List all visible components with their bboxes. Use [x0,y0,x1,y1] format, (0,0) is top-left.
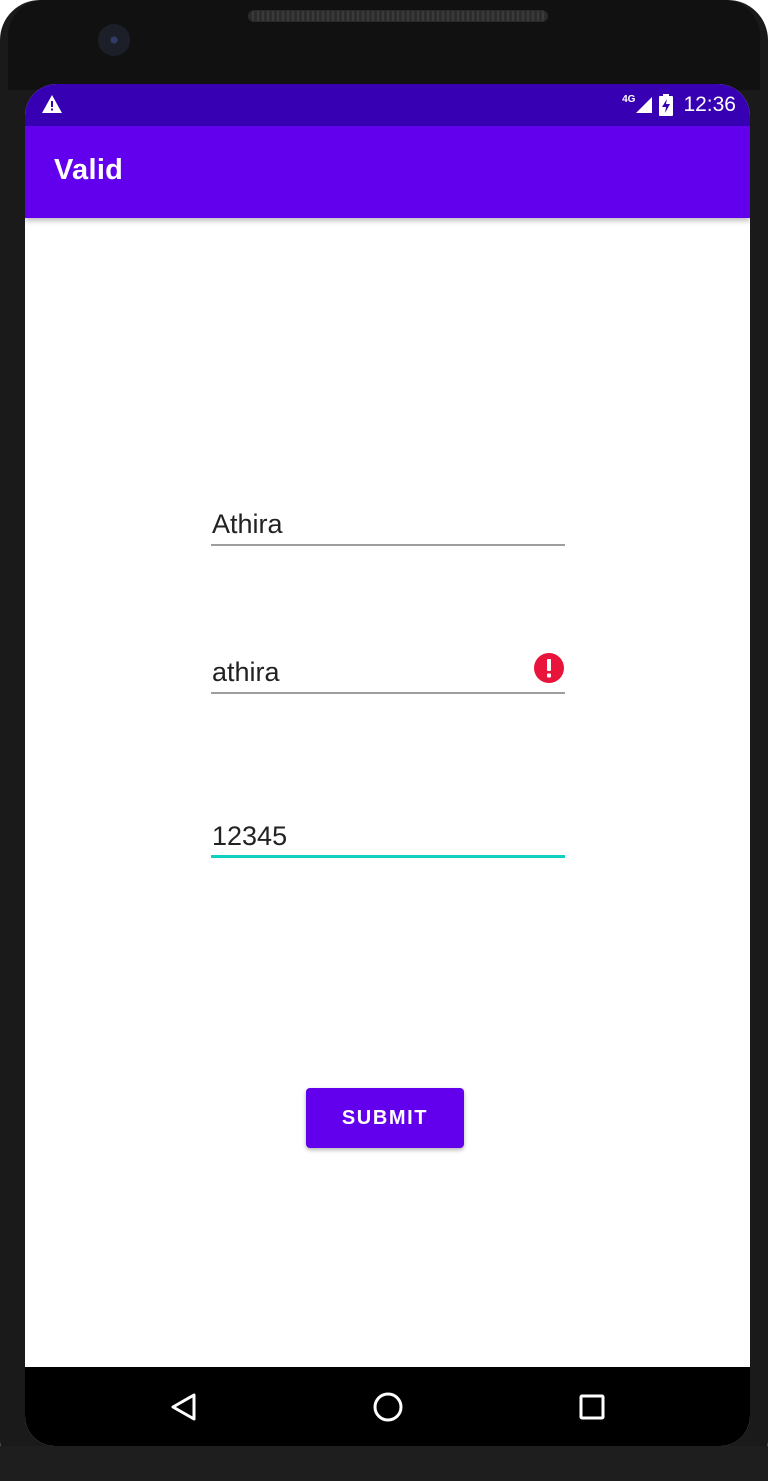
error-icon[interactable] [533,652,565,684]
device-top-bezel [8,0,760,90]
username-field[interactable]: athira [211,646,565,694]
warning-icon [42,95,62,113]
status-icons: 4G 12:36 [622,93,736,117]
device-frame: 4G 12:36 Valid Athira athira 12345 SUBMI… [0,0,768,1481]
navigation-bar [25,1367,750,1446]
earpiece-speaker [248,10,548,22]
back-icon[interactable] [164,1387,204,1427]
signal-icon [636,97,653,113]
app-title: Valid [54,154,124,186]
name-field[interactable]: Athira [211,498,565,546]
username-field-underline [211,692,565,694]
name-field-value: Athira [212,509,283,539]
submit-button[interactable]: SUBMIT [306,1088,464,1148]
front-camera [98,24,130,56]
home-icon[interactable] [368,1387,408,1427]
status-bar: 4G 12:36 [25,84,750,126]
number-field-value: 12345 [212,821,288,851]
number-field[interactable]: 12345 [211,810,565,858]
battery-charging-icon [659,94,674,116]
username-field-value: athira [212,657,280,687]
app-bar: Valid [25,126,750,218]
recents-icon[interactable] [572,1387,612,1427]
network-type-label: 4G [622,93,636,105]
name-field-underline [211,544,565,546]
screen: 4G 12:36 Valid Athira athira 12345 SUBMI… [25,84,750,1446]
device-bottom-bezel [0,1446,768,1481]
status-time: 12:36 [683,93,736,116]
number-field-underline [211,855,565,858]
